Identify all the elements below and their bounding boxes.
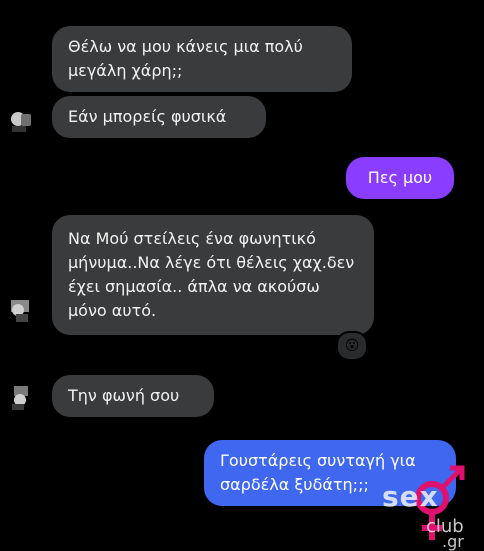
chat-conversation: Θέλω να μου κάνεις μια πολύ μεγάλη χάρη;… bbox=[0, 0, 484, 551]
surprised-face-emoji-icon: 😮 bbox=[344, 338, 360, 354]
message-reaction[interactable]: 😮 bbox=[336, 331, 368, 361]
message-bubble-incoming[interactable]: Να Μού στείλεις ένα φωνητικό μήνυμα..Να … bbox=[52, 215, 374, 335]
message-text: Εάν μπορείς φυσικά bbox=[68, 107, 227, 126]
message-text: Να Μού στείλεις ένα φωνητικό μήνυμα..Να … bbox=[68, 229, 355, 320]
sender-avatar[interactable] bbox=[6, 294, 36, 326]
sender-avatar[interactable] bbox=[6, 104, 36, 136]
message-bubble-incoming[interactable]: Την φωνή σου bbox=[52, 375, 214, 417]
message-bubble-outgoing[interactable]: Πες μου bbox=[346, 157, 454, 199]
message-bubble-incoming[interactable]: Εάν μπορείς φυσικά bbox=[52, 96, 266, 138]
message-text: Την φωνή σου bbox=[68, 386, 180, 405]
sender-avatar[interactable] bbox=[6, 382, 36, 414]
message-text: Θέλω να μου κάνεις μια πολύ μεγάλη χάρη;… bbox=[68, 37, 303, 80]
watermark-brand: sex bbox=[382, 480, 439, 513]
message-bubble-incoming[interactable]: Θέλω να μου κάνεις μια πολύ μεγάλη χάρη;… bbox=[52, 26, 352, 92]
sexclub-watermark-logo: sex club .gr bbox=[382, 450, 482, 551]
message-text: Πες μου bbox=[367, 168, 433, 187]
watermark-tld: .gr bbox=[442, 532, 464, 551]
